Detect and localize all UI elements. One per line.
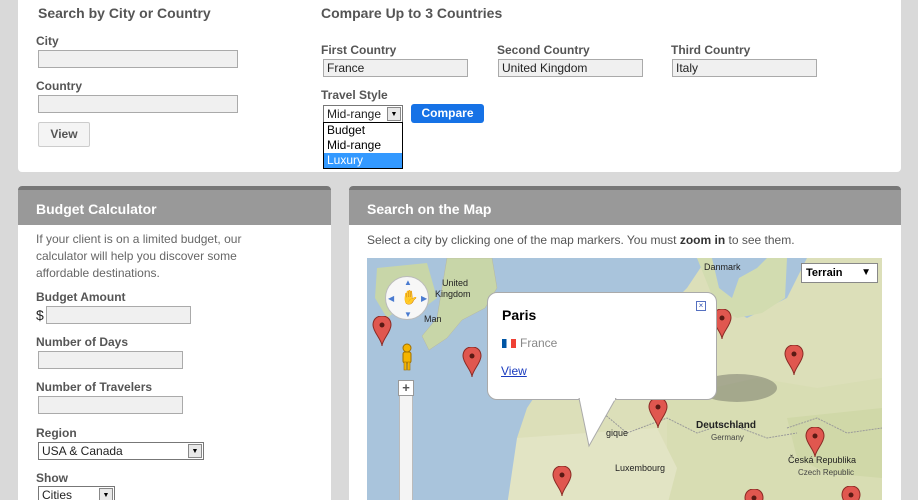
travel-style-value: Mid-range	[327, 107, 382, 121]
map-canvas[interactable]: United Kingdom Man Danmark Deutschland G…	[367, 258, 882, 500]
infowindow-country: France	[502, 336, 557, 350]
map-type-value: Terrain	[806, 267, 843, 279]
first-country-label: First Country	[321, 43, 397, 57]
pan-right-icon[interactable]: ▶	[421, 294, 427, 303]
pan-down-icon[interactable]: ▼	[404, 310, 412, 319]
currency-symbol: $	[36, 307, 44, 323]
style-option-mid-range[interactable]: Mid-range	[324, 138, 402, 153]
pan-left-icon[interactable]: ◀	[388, 294, 394, 303]
budget-amount-label: Budget Amount	[36, 290, 126, 304]
travel-style-label: Travel Style	[321, 88, 388, 102]
label-danmark: Danmark	[704, 262, 741, 272]
map-title: Search on the Map	[349, 186, 901, 225]
map-marker[interactable]	[552, 466, 572, 496]
label-luxembourg: Luxembourg	[615, 463, 666, 473]
map-panel: Search on the Map Select a city by click…	[349, 186, 901, 500]
zoom-slider[interactable]	[399, 383, 413, 500]
hand-icon: ✋	[401, 289, 419, 305]
third-country-input[interactable]	[672, 59, 817, 77]
first-country-input[interactable]	[323, 59, 468, 77]
search-compare-panel: Search by City or Country City Country V…	[18, 0, 901, 172]
second-country-label: Second Country	[497, 43, 590, 57]
show-select[interactable]: Cities ▼	[38, 486, 115, 500]
street-view-pegman-icon[interactable]	[400, 343, 414, 371]
map-marker[interactable]	[805, 427, 825, 457]
search-view-button[interactable]: View	[38, 122, 90, 147]
days-label: Number of Days	[36, 335, 129, 349]
budget-title: Budget Calculator	[18, 186, 331, 225]
france-flag-icon	[502, 339, 516, 348]
budget-description: If your client is on a limited budget, o…	[36, 232, 242, 280]
second-country-input[interactable]	[498, 59, 643, 77]
show-value: Cities	[42, 488, 73, 500]
close-icon[interactable]: ×	[696, 301, 706, 311]
travel-style-select[interactable]: Mid-range ▼	[323, 105, 403, 123]
pan-up-icon[interactable]: ▲	[404, 278, 412, 287]
map-description: Select a city by clicking one of the map…	[367, 233, 795, 247]
map-marker[interactable]	[648, 398, 668, 428]
country-input[interactable]	[38, 95, 238, 113]
chevron-down-icon: ▼	[861, 267, 871, 278]
map-marker[interactable]	[784, 345, 804, 375]
zoom-in-icon[interactable]: +	[398, 380, 414, 396]
label-united: United	[442, 278, 469, 288]
chevron-down-icon[interactable]: ▼	[188, 444, 202, 458]
travelers-input[interactable]	[38, 396, 183, 414]
show-label: Show	[36, 471, 68, 485]
budget-calculator-panel: Budget Calculator If your client is on a…	[18, 186, 331, 500]
region-select[interactable]: USA & Canada ▼	[38, 442, 204, 460]
days-input[interactable]	[38, 351, 183, 369]
pan-control[interactable]: ▲ ▼ ◀ ▶ ✋	[385, 276, 429, 320]
country-label: Country	[36, 79, 82, 93]
label-man: Man	[424, 314, 442, 324]
label-deutschland: Deutschland	[696, 420, 757, 431]
map-marker[interactable]	[744, 489, 764, 500]
region-value: USA & Canada	[42, 444, 123, 458]
infowindow-city: Paris	[502, 307, 537, 323]
map-marker[interactable]	[841, 486, 861, 500]
region-label: Region	[36, 426, 77, 440]
map-type-select[interactable]: Terrain ▼	[801, 263, 878, 283]
label-czech: Czech Republic	[798, 468, 855, 477]
chevron-down-icon[interactable]: ▼	[387, 107, 401, 121]
map-marker[interactable]	[462, 347, 482, 377]
travel-style-dropdown: Budget Mid-range Luxury	[323, 122, 403, 169]
map-infowindow: Paris France ×	[487, 292, 717, 400]
city-input[interactable]	[38, 50, 238, 68]
compare-button[interactable]: Compare	[411, 104, 484, 123]
chevron-down-icon[interactable]: ▼	[99, 488, 113, 500]
travelers-label: Number of Travelers	[36, 380, 153, 394]
style-option-luxury[interactable]: Luxury	[324, 153, 402, 168]
infowindow-view-link[interactable]: View	[501, 364, 527, 378]
compare-title: Compare Up to 3 Countries	[321, 5, 503, 21]
label-kingdom: Kingdom	[435, 289, 471, 299]
city-label: City	[36, 34, 59, 48]
zoom-in-emphasis: zoom in	[679, 233, 726, 247]
map-marker[interactable]	[372, 316, 392, 346]
style-option-budget[interactable]: Budget	[324, 123, 402, 138]
search-title: Search by City or Country	[38, 5, 211, 21]
budget-amount-input[interactable]	[46, 306, 191, 324]
infowindow-tail	[578, 398, 617, 448]
third-country-label: Third Country	[671, 43, 751, 57]
label-germany: Germany	[711, 433, 744, 442]
